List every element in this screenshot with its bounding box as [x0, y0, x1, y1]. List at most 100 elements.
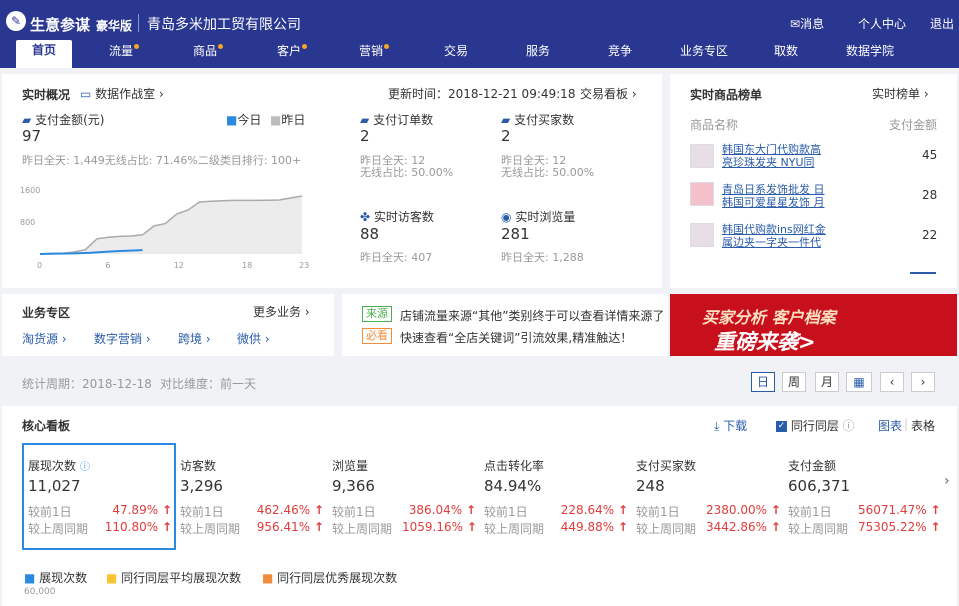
- cart-icon: ▰: [360, 113, 370, 127]
- nav-product[interactable]: 商品: [186, 41, 230, 68]
- period-month-button[interactable]: 月: [815, 372, 839, 392]
- war-room-link[interactable]: ▭ 数据作战室 ›: [80, 85, 164, 102]
- business-title: 业务专区: [22, 306, 71, 320]
- nav-trade[interactable]: 交易: [434, 41, 478, 68]
- period-day-button[interactable]: 日: [751, 372, 775, 392]
- compare-week-label: 较上周同期: [788, 522, 849, 536]
- compare-day-value: 2380.00% ↑: [706, 503, 781, 517]
- chart-icon: ▭: [80, 87, 92, 101]
- rank-card: 实时商品榜单 实时榜单 › 商品名称 支付金额 韩国东大门代购款高 亮珍珠发夹 …: [670, 74, 957, 288]
- biz-link-marketing[interactable]: 数字营销 ›: [94, 330, 151, 347]
- notice-card: 来源 店铺流量来源“其他”类别终于可以查看详情来源了 必看 快速查看“全店关键词…: [342, 294, 668, 356]
- up-arrow-icon: ↑: [617, 520, 628, 534]
- compare-day-value: 47.89% ↑: [112, 503, 172, 517]
- compare-week-value: 110.80% ↑: [104, 520, 172, 534]
- product-thumb[interactable]: [690, 144, 714, 168]
- y-tick-label: 800: [20, 218, 35, 227]
- metric-name[interactable]: 支付金额: [788, 457, 836, 474]
- more-business-link[interactable]: 更多业务 ›: [253, 303, 310, 320]
- metric-value: 3,296: [180, 477, 223, 495]
- up-arrow-icon: ↑: [770, 503, 781, 517]
- chart-view-toggle[interactable]: 图表: [878, 417, 902, 434]
- view-divider: |: [904, 417, 909, 431]
- product-thumb[interactable]: [690, 223, 714, 247]
- calendar-icon[interactable]: ▦: [846, 372, 872, 392]
- compare-day-label: 较前1日: [28, 505, 72, 519]
- rank-item-3-name2[interactable]: 属边夹一字夹一件代: [722, 234, 821, 250]
- biz-link-crossborder[interactable]: 跨境 ›: [178, 330, 211, 347]
- x-tick-label: 6: [105, 261, 110, 270]
- nav-traffic[interactable]: 流量: [102, 41, 146, 68]
- messages-link[interactable]: ✉消息: [790, 15, 824, 32]
- series-yesterday-area: [40, 196, 302, 254]
- core-card: 核心看板 ⤓ 下载 ✓ 同行同层 ⓘ 图表 | 表格 展现次数 ⓘ 11,027 较…: [2, 406, 957, 606]
- rank-link[interactable]: 实时榜单 ›: [872, 85, 929, 102]
- nav-marketing[interactable]: 营销: [352, 41, 396, 68]
- nav-academy[interactable]: 数据学院: [838, 41, 902, 68]
- profile-link[interactable]: 个人中心: [858, 15, 906, 32]
- period-week-button[interactable]: 周: [782, 372, 806, 392]
- pay-orders-value: 2: [360, 127, 370, 145]
- rank-pager[interactable]: [910, 272, 936, 274]
- pay-amount-label: ▰ 支付金额(元): [22, 113, 105, 127]
- nav-service[interactable]: 服务: [516, 41, 560, 68]
- legend-yesterday: ■昨日: [270, 113, 306, 127]
- rank-item-2-name2[interactable]: 韩国可爱星星发饰 月: [722, 194, 825, 210]
- up-arrow-icon: ↑: [466, 520, 477, 534]
- metric-name[interactable]: 支付买家数: [636, 457, 696, 474]
- metric-value: 84.94%: [484, 477, 542, 495]
- logo-icon: ✎: [6, 11, 26, 31]
- download-button[interactable]: ⤓ 下载: [714, 417, 747, 434]
- up-arrow-icon: ↑: [770, 520, 781, 534]
- up-arrow-icon: ↑: [617, 503, 628, 517]
- notice-2[interactable]: 快速查看“全店关键词”引流效果,精准触达！: [400, 329, 632, 346]
- user-icon: ▰: [501, 113, 511, 127]
- compare-day-value: 462.46% ↑: [256, 503, 324, 517]
- compare-week-label: 较上周同期: [484, 522, 545, 536]
- rank-item-1-value: 45: [922, 148, 938, 162]
- visitors-icon: ✤: [360, 210, 371, 224]
- metric-name[interactable]: 访客数: [180, 457, 216, 474]
- metrics-next-icon[interactable]: ›: [944, 473, 950, 489]
- rank-item-1-name2[interactable]: 亮珍珠发夹 NYU同: [722, 154, 815, 170]
- nav-home[interactable]: 首页: [16, 40, 72, 68]
- nav-business[interactable]: 业务专区: [672, 41, 736, 68]
- table-view-toggle[interactable]: 表格: [911, 417, 935, 434]
- next-icon[interactable]: ›: [911, 372, 935, 392]
- stat-period: 统计周期：2018-12-18: [22, 377, 152, 391]
- nav-compete[interactable]: 竞争: [598, 41, 642, 68]
- compare-week-value: 956.41% ↑: [256, 520, 324, 534]
- promo-banner[interactable]: 买家分析 客户档案 重磅来袭>: [670, 294, 957, 356]
- compare-day-label: 较前1日: [636, 505, 680, 519]
- visitors-sub: 昨日全天: 407: [360, 251, 433, 264]
- mail-icon: ✉: [790, 17, 801, 31]
- prev-icon[interactable]: ‹: [880, 372, 904, 392]
- banner-line1: 买家分析 客户档案: [702, 308, 836, 327]
- metric-name[interactable]: 浏览量: [332, 457, 368, 474]
- nav-fetch[interactable]: 取数: [764, 41, 808, 68]
- realtime-chart: 800 1600 0 6 12 18 23: [20, 186, 309, 270]
- compare-day-label: 较前1日: [332, 505, 376, 519]
- peer-toggle[interactable]: ✓ 同行同层 ⓘ: [776, 417, 855, 434]
- metric-name[interactable]: 展现次数 ⓘ: [28, 457, 90, 474]
- metric-name[interactable]: 点击转化率: [484, 457, 544, 474]
- notice-1[interactable]: 店铺流量来源“其他”类别终于可以查看详情来源了: [400, 307, 664, 324]
- download-icon: ⤓: [714, 419, 720, 433]
- product-thumb[interactable]: [690, 182, 714, 206]
- biz-link-source[interactable]: 淘货源 ›: [22, 330, 67, 347]
- biz-link-weigong[interactable]: 微供 ›: [237, 330, 270, 347]
- trade-board-link[interactable]: 交易看板 ›: [580, 85, 637, 102]
- nav-customer[interactable]: 客户: [270, 41, 314, 68]
- metric-value: 248: [636, 477, 665, 495]
- compare-week-label: 较上周同期: [28, 522, 89, 536]
- pay-orders-label: ▰ 支付订单数: [360, 113, 434, 127]
- help-icon: ⓘ: [79, 462, 90, 473]
- rank-item-3-value: 22: [922, 228, 938, 242]
- rank-item-2-value: 28: [922, 188, 938, 202]
- y-tick-label: 1600: [20, 186, 40, 195]
- logout-link[interactable]: 退出: [930, 15, 954, 32]
- compare-day-label: 较前1日: [484, 505, 528, 519]
- divider: [138, 14, 139, 32]
- metric-value: 9,366: [332, 477, 375, 495]
- pay-orders-sub2: 无线占比: 50.00%: [360, 166, 454, 179]
